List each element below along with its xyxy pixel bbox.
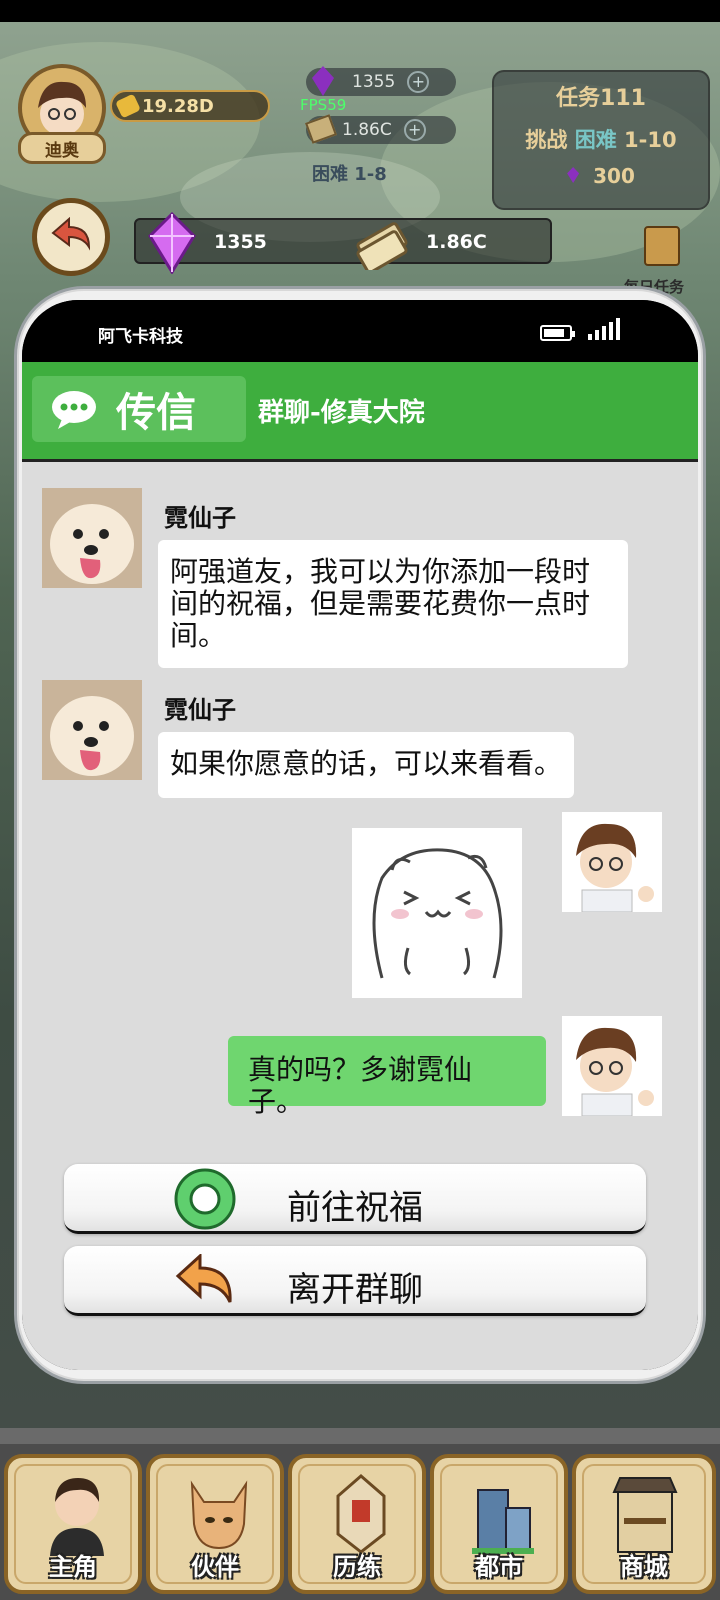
- nav-label: 伙伴: [191, 1552, 239, 1581]
- sender-avatar[interactable]: [42, 488, 142, 588]
- group-chat-name: 群聊-修真大院: [258, 398, 425, 428]
- hamster-sticker-icon: [372, 848, 503, 979]
- gem-small-value: 1355: [352, 72, 396, 92]
- daily-task-icon[interactable]: [644, 226, 680, 266]
- nav-partner[interactable]: 伙伴: [146, 1454, 284, 1594]
- cash-value: 1.86C: [426, 231, 487, 253]
- leave-chat-button[interactable]: 离开群聊: [64, 1246, 646, 1316]
- cash-icon: [305, 114, 337, 144]
- nav-label: 都市: [475, 1552, 523, 1581]
- gem-counter-small: 1355 +: [306, 66, 456, 96]
- player-name-plate: 迪奥: [18, 132, 106, 164]
- sender-name: 霓仙子: [164, 503, 236, 532]
- protagonist-icon: [50, 1478, 104, 1556]
- gold-icon: [115, 93, 141, 119]
- my-avatar[interactable]: [562, 1016, 662, 1116]
- system-status-bar: [0, 0, 720, 22]
- gem-value: 1355: [214, 231, 267, 253]
- back-button[interactable]: [32, 198, 110, 276]
- message-bubble: 阿强道友，我可以为你添加一段时间的祝福，但是需要花费你一点时间。: [158, 540, 628, 668]
- sender-avatar[interactable]: [42, 680, 142, 780]
- training-sign-icon: [336, 1474, 386, 1554]
- chat-header: 传信 群聊-修真大院: [22, 362, 698, 462]
- my-avatar[interactable]: [562, 812, 662, 912]
- leave-chat-label: 离开群聊: [287, 1270, 423, 1310]
- cash-stack-icon: [356, 222, 408, 270]
- gold-value: 19.28D: [142, 95, 214, 117]
- phone-screen: 阿飞卡科技 传信 群聊-修真大院 霓仙子 阿强道友，我可以为你添加一段时间的祝福…: [22, 300, 698, 1370]
- nav-label: 商城: [620, 1552, 668, 1581]
- task-title: 任务111: [556, 86, 646, 111]
- nav-shop[interactable]: 商城: [572, 1454, 716, 1594]
- phone-status-bar: 阿飞卡科技: [22, 300, 698, 362]
- nav-city[interactable]: 都市: [430, 1454, 568, 1594]
- chat-bubble-icon: [50, 389, 98, 429]
- message-bubble: 如果你愿意的话，可以来看看。: [158, 732, 575, 798]
- cash-small-value: 1.86C: [342, 120, 392, 140]
- cash-counter-small: 1.86C +: [305, 114, 456, 144]
- task-objective: 挑战 困难 1-10: [525, 128, 677, 152]
- my-message-bubble: 真的吗？多谢霓仙子。: [228, 1036, 546, 1118]
- stage-difficulty: 困难 1-8: [312, 164, 387, 185]
- gold-counter: 19.28D: [110, 90, 270, 122]
- nav-label: 主角: [49, 1552, 97, 1581]
- partner-cat-icon: [190, 1480, 248, 1550]
- nav-protagonist[interactable]: 主角: [4, 1454, 142, 1594]
- app-title: 传信: [116, 389, 196, 436]
- resource-bar: 1355 1.86C: [134, 212, 552, 274]
- shop-stall-icon: [612, 1477, 678, 1553]
- back-arrow-icon: [51, 217, 91, 251]
- signal-icon: [588, 318, 620, 340]
- carrier-name: 阿飞卡科技: [98, 327, 183, 347]
- city-buildings-icon: [472, 1489, 534, 1554]
- task-panel[interactable]: 任务111 挑战 困难 1-10 300: [492, 70, 710, 210]
- add-cash-button[interactable]: +: [403, 119, 426, 141]
- gem-icon: [148, 212, 196, 274]
- gem-icon: [312, 66, 334, 96]
- sender-name: 霓仙子: [164, 695, 236, 724]
- battery-icon: [540, 325, 575, 341]
- nav-label: 历练: [333, 1552, 381, 1581]
- nav-training[interactable]: 历练: [288, 1454, 426, 1594]
- gem-icon: [567, 167, 580, 183]
- go-bless-label: 前往祝福: [287, 1188, 423, 1228]
- go-bless-button[interactable]: 前往祝福: [64, 1164, 646, 1234]
- fps-counter: FPS59: [300, 96, 347, 114]
- task-reward: 300: [494, 164, 708, 188]
- chat-body[interactable]: 霓仙子 阿强道友，我可以为你添加一段时间的祝福，但是需要花费你一点时间。 霓仙子…: [22, 462, 698, 1370]
- sticker-message[interactable]: [352, 828, 522, 998]
- app-title-block: 传信: [32, 376, 246, 442]
- add-gems-button[interactable]: +: [407, 71, 430, 93]
